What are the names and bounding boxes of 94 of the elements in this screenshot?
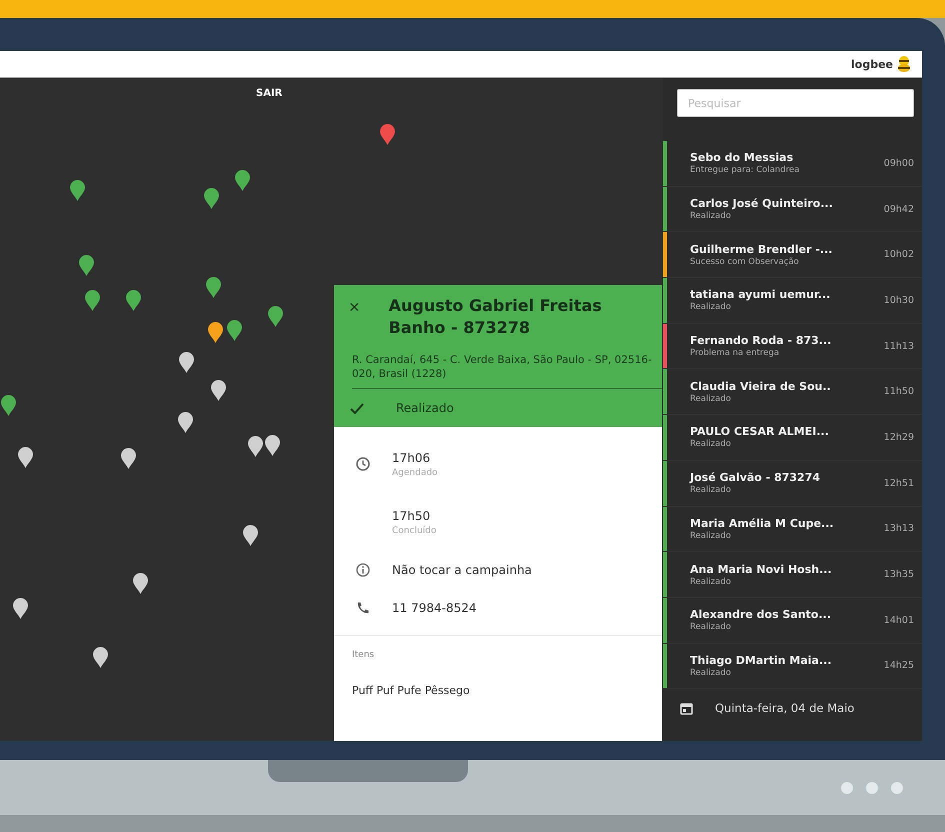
delivery-time: 10h02: [882, 249, 915, 260]
delivery-time: 13h35: [882, 569, 915, 580]
delivery-name: José Galvão - 873274: [690, 471, 822, 484]
delivery-item[interactable]: Maria Amélia M Cupe... Realizado 13h13: [663, 506, 922, 552]
delivery-name: tatiana ayumi uemur...: [690, 288, 832, 302]
dots-icon: [841, 782, 903, 794]
map-pin-icon[interactable]: [206, 277, 221, 298]
map-pin-icon[interactable]: [235, 170, 250, 191]
delivery-time: 09h00: [882, 158, 915, 169]
map-pin-icon[interactable]: [268, 306, 283, 327]
delivery-name: Ana Maria Novi Hosh...: [690, 562, 833, 576]
delivery-name: Claudia Vieira de Sou..: [690, 380, 832, 393]
map-pin-icon[interactable]: [265, 435, 280, 456]
delivery-status: Realizado: [690, 302, 732, 312]
map-pin-icon[interactable]: [227, 320, 242, 341]
info-value: 17h50: [392, 508, 432, 522]
clock-icon: [356, 457, 370, 471]
delivery-status: Realizado: [690, 668, 732, 678]
delivery-item[interactable]: Ana Maria Novi Hosh... Realizado 13h35: [663, 552, 922, 598]
delivery-item[interactable]: José Galvão - 873274 Realizado 12h51: [663, 460, 922, 506]
delivery-item[interactable]: Sebo do Messias Entregue para: Colandrea 09h00: [663, 141, 922, 187]
map-pin-icon[interactable]: [243, 525, 258, 546]
search-field[interactable]: Pesquisar: [677, 89, 914, 117]
delivery-item[interactable]: Fernando Roda - 873... Problema na entrega 11h13: [663, 324, 922, 370]
exit-button[interactable]: SAIR: [252, 86, 286, 101]
map-pin-icon[interactable]: [121, 448, 136, 469]
map-pin-icon[interactable]: [178, 412, 193, 433]
delivery-status: Entregue para: Colandrea: [690, 165, 800, 176]
delivery-status: Problema na entrega: [690, 348, 780, 358]
map-pin-icon[interactable]: [1, 395, 16, 416]
info-value: Não tocar a campainha: [392, 563, 532, 577]
delivery-time: 11h13: [882, 340, 915, 352]
calendar-icon[interactable]: [680, 702, 693, 715]
map-pin-icon[interactable]: [18, 447, 33, 468]
items-label: Itens: [352, 650, 376, 660]
delivery-time: 12h51: [882, 478, 915, 489]
delivery-item[interactable]: Alexandre dos Santo... Realizado 14h01: [663, 598, 922, 644]
map-pin-icon[interactable]: [380, 124, 395, 145]
map-pin-icon[interactable]: [248, 436, 263, 457]
delivery-name: PAULO CESAR ALMEI...: [690, 425, 830, 438]
close-icon[interactable]: [350, 301, 359, 313]
delivery-time: 09h42: [882, 204, 915, 215]
delivery-title: Augusto Gabriel Freitas Banho - 873278: [388, 295, 603, 339]
delivery-time: 12h29: [882, 432, 915, 443]
delivery-status: Realizado: [690, 576, 732, 587]
map-pin-icon[interactable]: [208, 322, 223, 343]
delivery-name: Sebo do Messias: [690, 151, 794, 164]
map-pin-icon[interactable]: [211, 380, 226, 401]
info-value: 11 7984-8524: [392, 601, 476, 615]
map-pin-icon[interactable]: [13, 598, 28, 619]
info-caption: Agendado: [392, 468, 438, 478]
phone-icon: [356, 601, 370, 615]
date-label[interactable]: Quinta-feira, 04 de Maio: [715, 701, 854, 716]
delivery-time: 11h50: [882, 386, 915, 398]
delivery-status: Realizado: [690, 439, 732, 450]
delivery-item[interactable]: Thiago DMartin Maia... Realizado 14h25: [663, 644, 922, 690]
delivery-status: Realizado: [690, 394, 732, 404]
delivery-time: 14h01: [882, 614, 915, 626]
map-pin-icon[interactable]: [85, 290, 100, 311]
info-caption: Concluído: [392, 526, 436, 536]
delivery-item[interactable]: Claudia Vieira de Sou.. Realizado 11h50: [663, 369, 922, 416]
map-pin-icon[interactable]: [179, 352, 194, 373]
delivery-status: Realizado: [690, 530, 732, 541]
info-value: 17h06: [392, 450, 432, 464]
delivery-address: R. Carandaí, 645 - C. Verde Baixa, São Paulo - SP, 02516-020, Brasil (1228): [352, 339, 662, 389]
map-pin-icon[interactable]: [204, 188, 219, 209]
map-pin-icon[interactable]: [79, 255, 94, 276]
map-pin-icon[interactable]: [133, 573, 148, 594]
delivery-item[interactable]: PAULO CESAR ALMEI... Realizado 12h29: [663, 415, 922, 461]
check-icon: [350, 402, 364, 414]
status-text: Realizado: [396, 401, 454, 415]
map-pin-icon[interactable]: [93, 647, 108, 668]
delivery-status: Realizado: [690, 485, 732, 496]
delivery-name: Fernando Roda - 873...: [690, 334, 832, 348]
logo-text: logbee: [851, 58, 893, 70]
item-name: Puff Puf Pufe Pêssego: [352, 684, 471, 697]
map-pin-icon[interactable]: [70, 180, 85, 201]
delivery-name: Guilherme Brendler -...: [690, 242, 834, 256]
delivery-time: 10h30: [882, 294, 915, 306]
delivery-name: Maria Amélia M Cupe...: [690, 516, 835, 530]
map-pin-icon[interactable]: [126, 290, 141, 311]
map[interactable]: [0, 78, 663, 741]
delivery-time: 13h13: [882, 523, 915, 534]
delivery-item[interactable]: Carlos José Quinteiro... Realizado 09h42: [663, 186, 922, 232]
delivery-name: Thiago DMartin Maia...: [690, 654, 833, 667]
delivery-name: Alexandre dos Santo...: [690, 608, 832, 622]
delivery-time: 14h25: [882, 660, 915, 672]
delivery-item[interactable]: Guilherme Brendler -... Sucesso com Observação 10h02: [663, 232, 922, 278]
info-icon: [356, 563, 370, 577]
delivery-item[interactable]: tatiana ayumi uemur... Realizado 10h30: [663, 278, 922, 324]
delivery-status: Realizado: [690, 211, 732, 222]
delivery-status: Realizado: [690, 622, 732, 632]
delivery-status: Sucesso com Observação: [690, 256, 800, 267]
delivery-name: Carlos José Quinteiro...: [690, 197, 834, 210]
